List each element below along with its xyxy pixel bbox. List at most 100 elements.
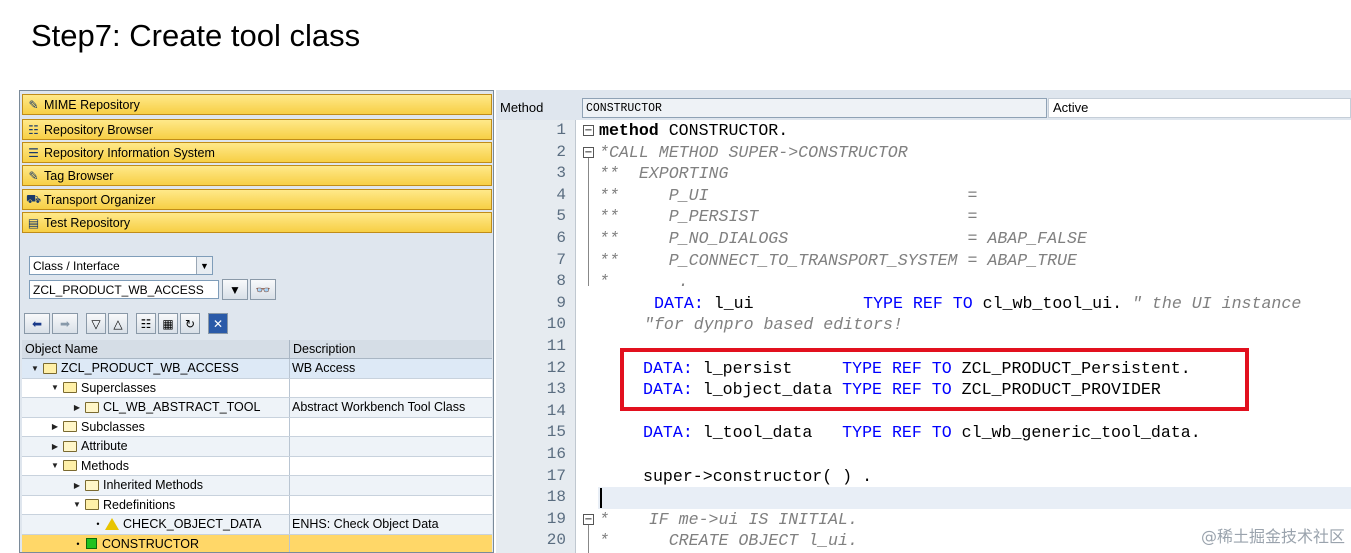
code-editor[interactable]: − − − 1 2 3 4 5 6 7 8 9 10 11 12 13 14 1… xyxy=(496,120,1351,553)
tree-row[interactable]: ▶ Attribute xyxy=(22,437,492,457)
repository-info-system-button[interactable]: ☰ Repository Information System xyxy=(22,142,492,163)
folder-open-icon xyxy=(63,382,77,394)
line-number: 4 xyxy=(556,185,566,204)
collapse-arrow-icon[interactable]: ▶ xyxy=(72,403,82,412)
tree-row-desc: Abstract Workbench Tool Class xyxy=(292,400,466,415)
expand-arrow-icon[interactable]: ▼ xyxy=(50,383,60,392)
tree-row-name: Redefinitions xyxy=(103,497,176,512)
tree-row-desc xyxy=(290,476,492,495)
fold-guide-line xyxy=(588,158,589,286)
tree-row[interactable]: ▶ Subclasses xyxy=(22,417,492,437)
mime-repository-button[interactable]: ✎ MIME Repository xyxy=(22,94,492,115)
line-number: 11 xyxy=(546,337,566,355)
code-line[interactable]: ** EXPORTING xyxy=(599,163,728,185)
truck-icon: ⛟ xyxy=(25,191,42,206)
status-field xyxy=(1048,98,1351,118)
nav-label: Test Repository xyxy=(44,215,131,230)
tree-row[interactable]: ▼ Methods xyxy=(22,456,492,476)
page-title: Step7: Create tool class xyxy=(31,18,361,53)
folder-open-icon xyxy=(85,499,99,511)
method-label: Method xyxy=(500,100,544,115)
display-button[interactable]: 👓 xyxy=(250,279,276,300)
tree-row[interactable]: ▼ ZCL_PRODUCT_WB_ACCESS WB Access xyxy=(22,359,492,379)
expand-arrow-icon[interactable]: ▼ xyxy=(30,364,40,373)
tag-browser-button[interactable]: ✎ Tag Browser xyxy=(22,165,492,186)
tree-row-selected[interactable]: • CONSTRUCTOR xyxy=(22,534,492,553)
code-line[interactable]: * CREATE OBJECT l_ui. xyxy=(599,530,858,552)
warning-icon xyxy=(105,518,119,531)
class-icon xyxy=(43,362,57,374)
folder-icon xyxy=(63,421,77,433)
status-badge: Active xyxy=(1053,100,1089,115)
tree-row[interactable]: • CHECK_OBJECT_DATA ENHS: Check Object Da… xyxy=(22,515,492,535)
object-name-input[interactable]: ZCL_PRODUCT_WB_ACCESS xyxy=(29,280,219,299)
nav-label: Tag Browser xyxy=(44,168,114,183)
info-system-icon: ☰ xyxy=(28,145,39,160)
transport-organizer-button[interactable]: ⛟ Transport Organizer xyxy=(22,189,492,210)
tree-row-name: Superclasses xyxy=(81,380,157,395)
code-line[interactable]: * . xyxy=(599,271,689,293)
line-number: 6 xyxy=(556,229,566,247)
test-repository-button[interactable]: ▤ Test Repository xyxy=(22,212,492,233)
code-line[interactable]: method CONSTRUCTOR. xyxy=(599,120,788,142)
folder-icon xyxy=(85,479,99,491)
glasses-icon: 👓 xyxy=(255,282,271,297)
tree-row-desc xyxy=(290,535,492,553)
line-number: 7 xyxy=(556,250,566,269)
tree-row[interactable]: ▶ Inherited Methods xyxy=(22,476,492,496)
code-line[interactable]: DATA: l_tool_data TYPE REF TO cl_wb_gene… xyxy=(643,422,1201,444)
collapse-arrow-icon[interactable]: ▶ xyxy=(50,422,60,431)
column-header-name[interactable]: Object Name xyxy=(22,340,290,358)
hierarchy-button[interactable]: ☷ xyxy=(136,313,156,334)
collapse-arrow-icon[interactable]: ▶ xyxy=(72,481,82,490)
expand-arrow-icon[interactable]: ▼ xyxy=(72,500,82,509)
code-line[interactable]: *CALL METHOD SUPER->CONSTRUCTOR xyxy=(599,142,908,164)
tree-row-name: Inherited Methods xyxy=(103,478,204,493)
tree-row[interactable]: ▶ CL_WB_ABSTRACT_TOOL Abstract Workbench … xyxy=(22,398,492,418)
tree-row[interactable]: ▼ Redefinitions xyxy=(22,495,492,515)
tree-row[interactable]: ▼ Superclasses xyxy=(22,378,492,398)
code-line[interactable]: * IF me->ui IS INITIAL. xyxy=(599,509,858,531)
object-tree: ▼ ZCL_PRODUCT_WB_ACCESS WB Access ▼ Superc… xyxy=(22,359,492,553)
dropdown-button[interactable]: ▼ xyxy=(222,279,248,300)
tree-row-name: Subclasses xyxy=(81,419,145,434)
refresh-button[interactable]: ↻ xyxy=(180,313,200,334)
repository-browser-button[interactable]: ☷ Repository Browser xyxy=(22,119,492,140)
line-number: 15 xyxy=(546,423,566,442)
code-line[interactable]: "for dynpro based editors! xyxy=(644,314,903,336)
code-line[interactable]: ** P_PERSIST = xyxy=(599,206,977,228)
code-line[interactable]: ** P_CONNECT_TO_TRANSPORT_SYSTEM = ABAP_… xyxy=(599,250,1077,272)
method-name-field[interactable]: CONSTRUCTOR xyxy=(582,98,1047,118)
expand-arrow-icon[interactable]: ▼ xyxy=(50,461,60,470)
object-type-select[interactable]: Class / Interface ▼ xyxy=(29,256,213,275)
line-number: 1 xyxy=(556,121,566,139)
line-number: 3 xyxy=(556,164,566,183)
forward-button[interactable]: ➡ xyxy=(52,313,78,334)
code-line[interactable]: super->constructor( ) . xyxy=(643,466,872,488)
expand-button[interactable]: ▽ xyxy=(86,313,106,334)
collapse-arrow-icon[interactable]: ▶ xyxy=(50,442,60,451)
mime-icon: ✎ xyxy=(28,97,39,112)
tree-row-desc: WB Access xyxy=(292,361,356,376)
code-line[interactable]: ** P_UI = xyxy=(599,185,977,207)
fold-collapse-icon[interactable]: − xyxy=(583,125,594,136)
tree-row-desc: ENHS: Check Object Data xyxy=(292,517,439,532)
folder-icon xyxy=(85,401,99,413)
expand-icon: ▽ xyxy=(91,316,101,331)
collapse-button[interactable]: △ xyxy=(108,313,128,334)
nav-label: MIME Repository xyxy=(44,97,140,112)
collapse-icon: △ xyxy=(113,316,123,331)
column-header-description[interactable]: Description xyxy=(290,340,356,358)
chevron-down-icon[interactable]: ▼ xyxy=(196,257,212,274)
code-line[interactable]: DATA: l_ui TYPE REF TO cl_wb_tool_ui. " … xyxy=(654,293,1301,315)
object-name-value: ZCL_PRODUCT_WB_ACCESS xyxy=(33,282,204,297)
settings-button[interactable]: ▦ xyxy=(158,313,178,334)
tree-row-name: ZCL_PRODUCT_WB_ACCESS xyxy=(61,361,239,376)
back-button[interactable]: ⬅ xyxy=(24,313,50,334)
code-line[interactable]: ** P_NO_DIALOGS = ABAP_FALSE xyxy=(599,228,1087,250)
close-button[interactable]: ✕ xyxy=(208,313,228,334)
fold-collapse-icon[interactable]: − xyxy=(583,514,594,525)
fold-collapse-icon[interactable]: − xyxy=(583,147,594,158)
tag-icon: ✎ xyxy=(28,168,39,183)
highlight-annotation-box xyxy=(620,348,1249,411)
